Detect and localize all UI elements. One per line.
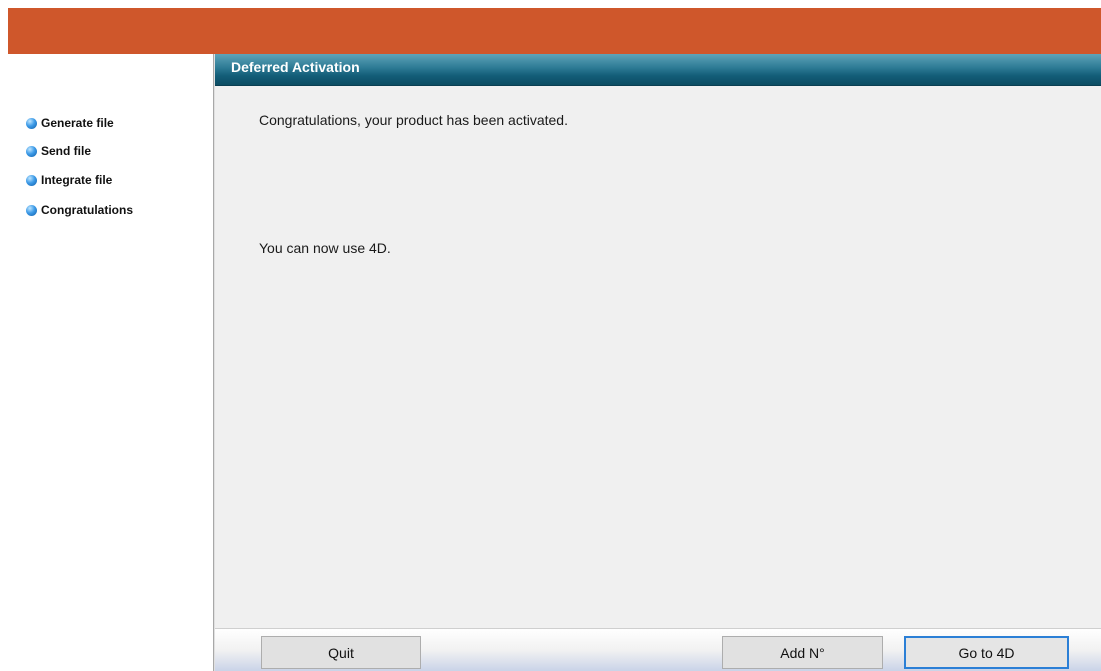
panel-title: Deferred Activation <box>231 59 360 75</box>
steps-sidebar: Generate file Send file Integrate file C… <box>8 54 214 671</box>
step-label: Congratulations <box>41 203 133 217</box>
step-label: Integrate file <box>41 173 113 187</box>
quit-button[interactable]: Quit <box>261 636 421 669</box>
title-bar <box>8 8 1101 54</box>
blue-bullet-icon <box>26 204 37 216</box>
button-bar: Quit Add N° Go to 4D <box>215 628 1101 671</box>
content-panel: Deferred Activation Congratulations, you… <box>215 54 1101 671</box>
step-integrate-file: Integrate file <box>26 171 112 189</box>
step-congratulations: Congratulations <box>26 201 133 219</box>
step-label: Send file <box>41 144 92 158</box>
blue-bullet-icon <box>26 117 37 129</box>
blue-bullet-icon <box>26 174 37 186</box>
step-label: Generate file <box>41 116 114 130</box>
step-generate-file: Generate file <box>26 114 114 132</box>
step-send-file: Send file <box>26 142 91 160</box>
panel-header: Deferred Activation <box>215 54 1101 86</box>
go-to-4d-button[interactable]: Go to 4D <box>904 636 1069 669</box>
usage-message: You can now use 4D. <box>259 240 391 256</box>
add-number-button[interactable]: Add N° <box>722 636 883 669</box>
activation-message: Congratulations, your product has been a… <box>259 112 568 128</box>
blue-bullet-icon <box>26 145 37 157</box>
